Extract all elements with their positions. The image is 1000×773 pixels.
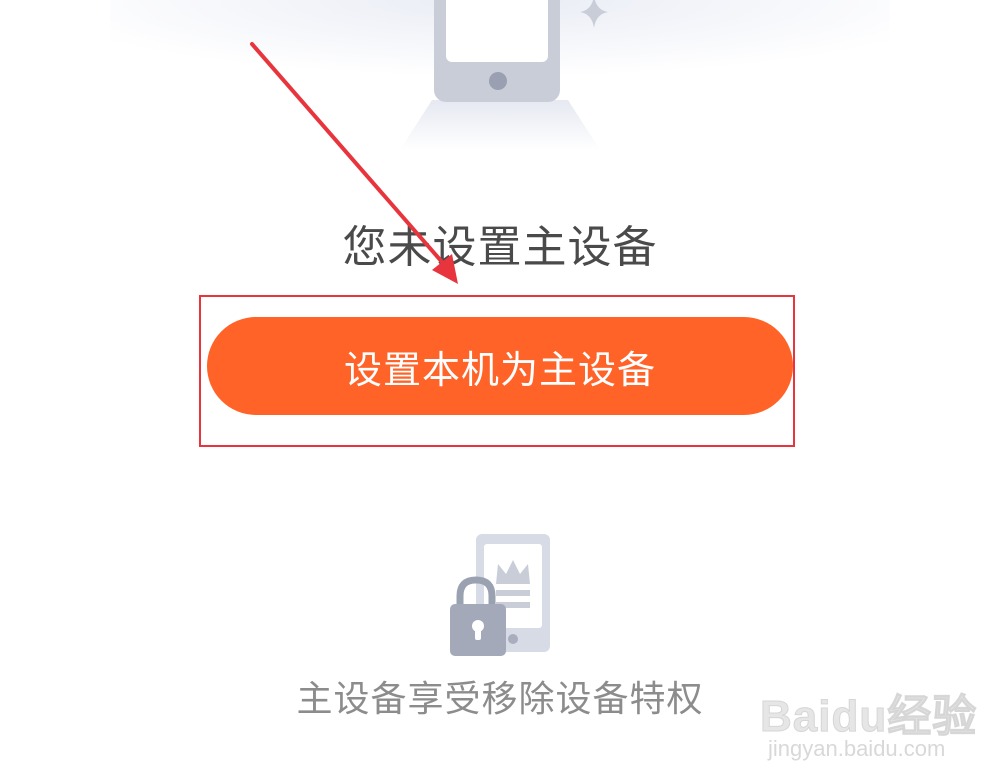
locked-phone-crown-icon	[450, 534, 550, 656]
set-as-main-device-button[interactable]: 设置本机为主设备	[207, 317, 793, 415]
main-device-settings-screen: 您未设置主设备 设置本机为主设备 主设备享受移除设备特权 Baidu经验 jin…	[0, 0, 1000, 773]
status-title: 您未设置主设备	[342, 222, 658, 273]
watermark-url: jingyan.baidu.com	[768, 736, 946, 761]
sparkle-icon	[580, 0, 608, 28]
watermark-brand: Baidu经验	[759, 692, 978, 742]
baidu-watermark: Baidu经验 jingyan.baidu.com	[759, 660, 990, 770]
